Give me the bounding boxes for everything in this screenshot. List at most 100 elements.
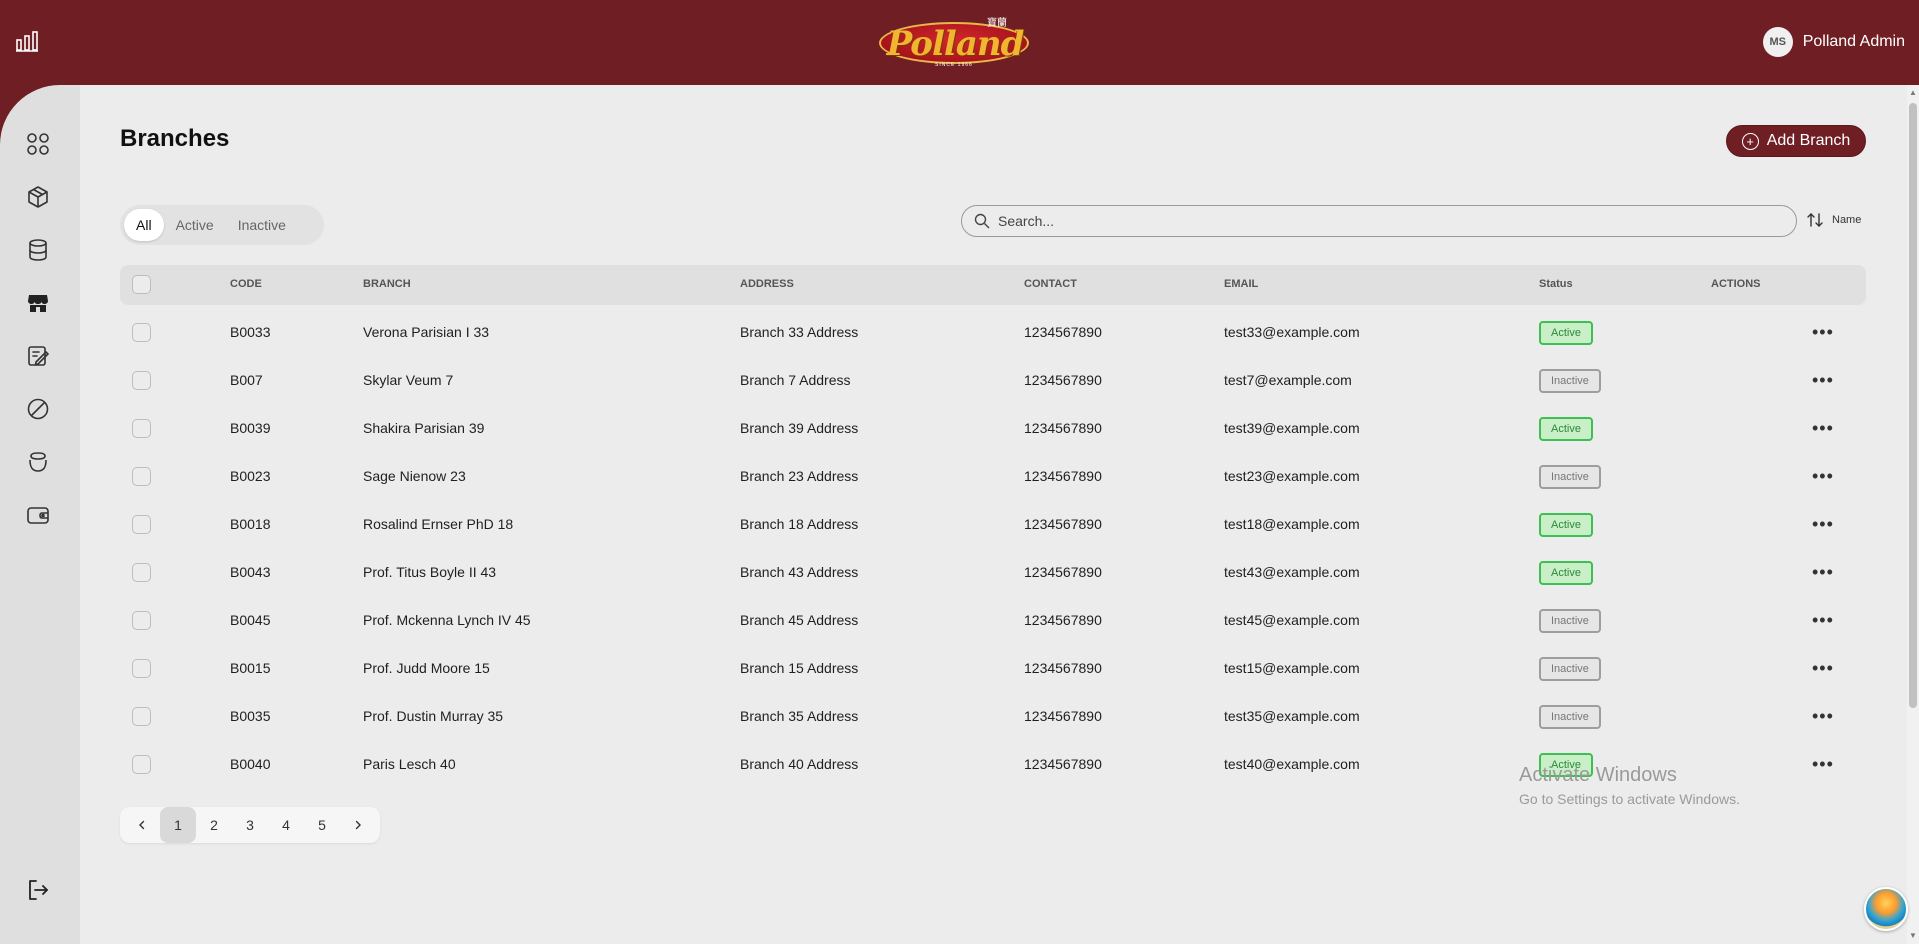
more-actions-icon[interactable]: ••• — [1812, 419, 1834, 437]
ban-icon[interactable] — [26, 397, 50, 421]
search-input[interactable] — [998, 213, 1758, 229]
tab-all[interactable]: All — [124, 209, 164, 241]
prev-page-button[interactable] — [124, 807, 160, 843]
select-all-checkbox[interactable] — [132, 275, 151, 294]
page-title: Branches — [120, 125, 230, 152]
row-checkbox[interactable] — [132, 323, 151, 342]
table-row[interactable]: B0043 Prof. Titus Boyle II 43 Branch 43 Ad… — [120, 549, 1866, 597]
page-button-3[interactable]: 3 — [232, 807, 268, 843]
cell-branch: Rosalind Ernser PhD 18 — [363, 516, 514, 532]
edit-note-icon[interactable] — [26, 344, 50, 368]
status-badge: Active — [1539, 417, 1593, 441]
col-status[interactable]: Status — [1539, 278, 1573, 290]
row-checkbox[interactable] — [132, 659, 151, 678]
row-checkbox[interactable] — [132, 563, 151, 582]
col-address[interactable]: ADDRESS — [740, 278, 794, 290]
row-checkbox[interactable] — [132, 755, 151, 774]
sort-arrows-icon — [1807, 213, 1823, 227]
page-button-4[interactable]: 4 — [268, 807, 304, 843]
scroll-up-arrow-icon[interactable]: ▲ — [1909, 88, 1917, 97]
row-checkbox[interactable] — [132, 467, 151, 486]
tab-active[interactable]: Active — [164, 209, 226, 241]
more-actions-icon[interactable]: ••• — [1812, 323, 1834, 341]
logo-chinese: 寶蘭 — [987, 18, 1007, 29]
table-row[interactable]: B0035 Prof. Dustin Murray 35 Branch 35 Add… — [120, 693, 1866, 741]
page-button-5[interactable]: 5 — [304, 807, 340, 843]
cell-email: test43@example.com — [1224, 564, 1360, 580]
pagination: 1 2 3 4 5 — [120, 807, 380, 843]
row-checkbox[interactable] — [132, 611, 151, 630]
table-row[interactable]: B0023 Sage Nienow 23 Branch 23 Address 1234… — [120, 453, 1866, 501]
search-box[interactable] — [961, 205, 1797, 237]
cell-contact: 1234567890 — [1024, 612, 1102, 628]
table-row[interactable]: B007 Skylar Veum 7 Branch 7 Address 1234567… — [120, 357, 1866, 405]
scroll-thumb[interactable] — [1909, 103, 1917, 708]
add-branch-label: Add Branch — [1766, 132, 1851, 149]
row-checkbox[interactable] — [132, 707, 151, 726]
row-checkbox[interactable] — [132, 419, 151, 438]
status-badge: Inactive — [1539, 465, 1601, 489]
cell-contact: 1234567890 — [1024, 708, 1102, 724]
user-name[interactable]: Polland Admin — [1803, 33, 1905, 51]
cell-code: B0045 — [230, 612, 271, 628]
table-row[interactable]: B0018 Rosalind Ernser PhD 18 Branch 18 Add… — [120, 501, 1866, 549]
scrollbar[interactable]: ▲ ▼ — [1907, 85, 1919, 944]
store-icon[interactable] — [26, 291, 50, 315]
row-checkbox[interactable] — [132, 515, 151, 534]
more-actions-icon[interactable]: ••• — [1812, 515, 1834, 533]
col-branch[interactable]: BRANCH — [363, 278, 411, 290]
table-row[interactable]: B0033 Verona Parisian I 33 Branch 33 Addre… — [120, 309, 1866, 357]
status-badge: Inactive — [1539, 705, 1601, 729]
table-row[interactable]: B0039 Shakira Parisian 39 Branch 39 Addres… — [120, 405, 1866, 453]
windows-activation-watermark: Activate Windows Go to Settings to activ… — [1519, 764, 1740, 807]
more-actions-icon[interactable]: ••• — [1812, 467, 1834, 485]
cell-code: B0033 — [230, 324, 271, 340]
status-badge: Active — [1539, 321, 1593, 345]
status-badge: Inactive — [1539, 657, 1601, 681]
database-icon[interactable] — [26, 238, 50, 262]
wallet-icon[interactable] — [26, 503, 50, 527]
row-checkbox[interactable] — [132, 371, 151, 390]
col-code[interactable]: CODE — [230, 278, 262, 290]
avatar[interactable]: MS — [1762, 27, 1793, 57]
cell-address: Branch 18 Address — [740, 516, 859, 532]
logo-since: SINCE 1966 — [935, 62, 973, 68]
main-content: Branches + Add Branch All Active Inactiv… — [80, 85, 1907, 944]
more-actions-icon[interactable]: ••• — [1812, 659, 1834, 677]
tab-inactive[interactable]: Inactive — [226, 209, 298, 241]
plus-circle-icon: + — [1741, 132, 1759, 150]
chart-menu-icon[interactable] — [16, 30, 38, 52]
status-badge: Active — [1539, 513, 1593, 537]
sort-control[interactable]: Name — [1806, 211, 1861, 229]
col-contact[interactable]: CONTACT — [1024, 278, 1077, 290]
add-branch-button[interactable]: + Add Branch — [1726, 125, 1866, 157]
cell-code: B0039 — [230, 420, 271, 436]
box-icon[interactable] — [26, 185, 50, 209]
col-email[interactable]: EMAIL — [1224, 278, 1258, 290]
more-actions-icon[interactable]: ••• — [1812, 563, 1834, 581]
more-actions-icon[interactable]: ••• — [1812, 611, 1834, 629]
more-actions-icon[interactable]: ••• — [1812, 707, 1834, 725]
more-actions-icon[interactable]: ••• — [1812, 755, 1834, 773]
cell-address: Branch 7 Address — [740, 372, 851, 388]
table-row[interactable]: B0015 Prof. Judd Moore 15 Branch 15 Addres… — [120, 645, 1866, 693]
scroll-down-arrow-icon[interactable]: ▼ — [1909, 931, 1917, 940]
cell-contact: 1234567890 — [1024, 372, 1102, 388]
chevron-left-icon — [139, 820, 145, 830]
grid-icon[interactable] — [26, 132, 50, 156]
page-button-2[interactable]: 2 — [196, 807, 232, 843]
logout-icon[interactable] — [26, 878, 50, 902]
sort-label: Name — [1832, 214, 1862, 226]
table-row[interactable]: B0045 Prof. Mckenna Lynch IV 45 Branch 45 … — [120, 597, 1866, 645]
cell-branch: Prof. Dustin Murray 35 — [363, 708, 504, 724]
beach-widget-icon[interactable] — [1864, 887, 1908, 931]
user-menu[interactable]: MS Polland Admin — [1762, 27, 1905, 57]
cell-branch: Paris Lesch 40 — [363, 756, 456, 772]
page-button-1[interactable]: 1 — [160, 807, 196, 843]
cell-email: test39@example.com — [1224, 420, 1360, 436]
next-page-button[interactable] — [340, 807, 376, 843]
search-icon — [974, 213, 990, 229]
pot-icon[interactable] — [26, 450, 50, 474]
polland-logo[interactable]: Polland SINCE 1966 寶蘭 — [875, 12, 1035, 72]
more-actions-icon[interactable]: ••• — [1812, 371, 1834, 389]
